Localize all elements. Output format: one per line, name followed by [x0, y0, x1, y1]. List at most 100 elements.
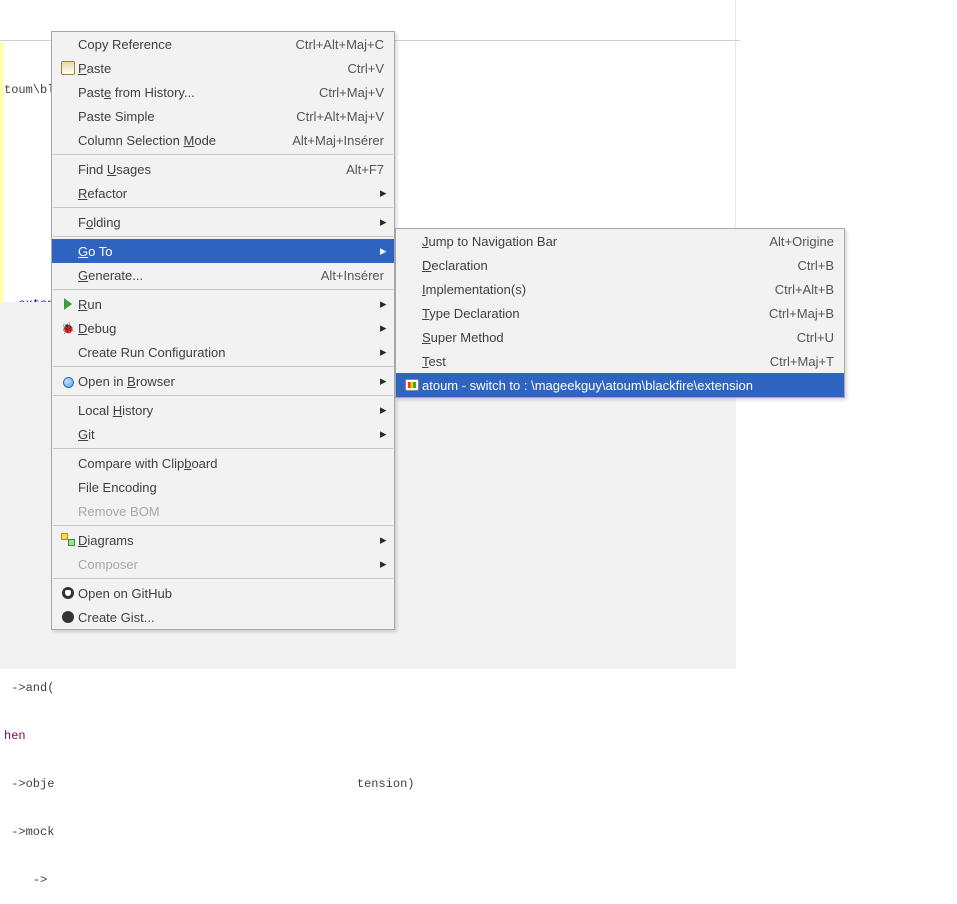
menu-shortcut: Alt+Origine: [739, 234, 834, 249]
menu-open-github[interactable]: Open on GitHub: [52, 581, 394, 605]
menu-refactor[interactable]: Refactor ▸: [52, 181, 394, 205]
menu-label: Remove BOM: [78, 504, 160, 519]
menu-shortcut: Ctrl+Alt+B: [745, 282, 834, 297]
menu-label: Diagrams: [78, 533, 134, 548]
menu-shortcut: Alt+Insérer: [291, 268, 384, 283]
submenu-arrow-icon: ▸: [372, 185, 384, 201]
submenu-arrow-icon: ▸: [372, 344, 384, 360]
menu-label: Paste Simple: [78, 109, 155, 124]
github-icon: [58, 611, 78, 623]
code-line: hen: [0, 728, 957, 744]
submenu-arrow-icon: ▸: [372, 532, 384, 548]
menu-label: Compare with Clipboard: [78, 456, 217, 471]
menu-label: Test: [422, 354, 446, 369]
menu-label: Git: [78, 427, 95, 442]
menu-label: Create Run Configuration: [78, 345, 225, 360]
menu-shortcut: Alt+Maj+Insérer: [262, 133, 384, 148]
menu-label: Declaration: [422, 258, 488, 273]
code-line: ->: [0, 872, 957, 888]
menu-compare-clipboard[interactable]: Compare with Clipboard: [52, 451, 394, 475]
menu-label: Implementation(s): [422, 282, 526, 297]
submenu-test[interactable]: Test Ctrl+Maj+T: [396, 349, 844, 373]
submenu-arrow-icon: ▸: [372, 402, 384, 418]
run-icon: [58, 297, 78, 311]
menu-separator: [53, 154, 393, 155]
code-line: ->mock: [0, 824, 957, 840]
menu-separator: [53, 236, 393, 237]
menu-label: Jump to Navigation Bar: [422, 234, 557, 249]
menu-label: Create Gist...: [78, 610, 155, 625]
menu-create-gist[interactable]: Create Gist...: [52, 605, 394, 629]
submenu-super-method[interactable]: Super Method Ctrl+U: [396, 325, 844, 349]
code-line: ->obje tension): [0, 776, 957, 792]
submenu-atoum-switch[interactable]: atoum - switch to : \mageekguy\atoum\bla…: [396, 373, 844, 397]
menu-shortcut: Ctrl+Alt+Maj+C: [266, 37, 385, 52]
menu-find-usages[interactable]: Find Usages Alt+F7: [52, 157, 394, 181]
menu-create-run-config[interactable]: Create Run Configuration ▸: [52, 340, 394, 364]
submenu-declaration[interactable]: Declaration Ctrl+B: [396, 253, 844, 277]
menu-label: Paste: [78, 61, 111, 76]
submenu-arrow-icon: ▸: [372, 214, 384, 230]
submenu-arrow-icon: ▸: [372, 296, 384, 312]
menu-paste[interactable]: Paste Ctrl+V: [52, 56, 394, 80]
menu-column-selection[interactable]: Column Selection Mode Alt+Maj+Insérer: [52, 128, 394, 152]
menu-paste-history[interactable]: Paste from History... Ctrl+Maj+V: [52, 80, 394, 104]
github-icon: [58, 587, 78, 599]
menu-file-encoding[interactable]: File Encoding: [52, 475, 394, 499]
menu-separator: [53, 207, 393, 208]
menu-shortcut: Ctrl+Alt+Maj+V: [266, 109, 384, 124]
submenu-type-declaration[interactable]: Type Declaration Ctrl+Maj+B: [396, 301, 844, 325]
menu-local-history[interactable]: Local History ▸: [52, 398, 394, 422]
submenu-arrow-icon: ▸: [372, 243, 384, 259]
submenu-arrow-icon: ▸: [372, 320, 384, 336]
menu-goto[interactable]: Go To ▸: [52, 239, 394, 263]
submenu-arrow-icon: ▸: [372, 556, 384, 572]
menu-label: Generate...: [78, 268, 143, 283]
menu-separator: [53, 289, 393, 290]
debug-icon: [58, 321, 78, 335]
menu-folding[interactable]: Folding ▸: [52, 210, 394, 234]
menu-label: Local History: [78, 403, 153, 418]
diagrams-icon: [58, 533, 78, 547]
menu-debug[interactable]: Debug ▸: [52, 316, 394, 340]
menu-shortcut: Ctrl+Maj+T: [740, 354, 834, 369]
submenu-implementations[interactable]: Implementation(s) Ctrl+Alt+B: [396, 277, 844, 301]
menu-paste-simple[interactable]: Paste Simple Ctrl+Alt+Maj+V: [52, 104, 394, 128]
menu-git[interactable]: Git ▸: [52, 422, 394, 446]
menu-diagrams[interactable]: Diagrams ▸: [52, 528, 394, 552]
menu-label: Debug: [78, 321, 116, 336]
submenu-arrow-icon: ▸: [372, 373, 384, 389]
menu-shortcut: Ctrl+V: [318, 61, 384, 76]
gutter-highlight: [0, 42, 4, 302]
menu-shortcut: Ctrl+Maj+B: [739, 306, 834, 321]
menu-separator: [53, 525, 393, 526]
menu-label: File Encoding: [78, 480, 157, 495]
submenu-arrow-icon: ▸: [372, 426, 384, 442]
menu-label: Go To: [78, 244, 112, 259]
menu-label: Find Usages: [78, 162, 151, 177]
menu-shortcut: Ctrl+U: [767, 330, 834, 345]
menu-label: Open on GitHub: [78, 586, 172, 601]
paste-icon: [58, 61, 78, 75]
menu-label: Open in Browser: [78, 374, 175, 389]
menu-shortcut: Alt+F7: [316, 162, 384, 177]
menu-run[interactable]: Run ▸: [52, 292, 394, 316]
menu-open-browser[interactable]: Open in Browser ▸: [52, 369, 394, 393]
menu-label: atoum - switch to : \mageekguy\atoum\bla…: [422, 378, 753, 393]
atoum-icon: [402, 379, 422, 391]
menu-label: Copy Reference: [78, 37, 172, 52]
menu-separator: [53, 395, 393, 396]
menu-separator: [53, 366, 393, 367]
menu-label: Run: [78, 297, 102, 312]
menu-separator: [53, 448, 393, 449]
menu-label: Super Method: [422, 330, 504, 345]
menu-separator: [53, 578, 393, 579]
submenu-jump-navbar[interactable]: Jump to Navigation Bar Alt+Origine: [396, 229, 844, 253]
menu-shortcut: Ctrl+B: [768, 258, 834, 273]
menu-remove-bom: Remove BOM: [52, 499, 394, 523]
menu-label: Refactor: [78, 186, 127, 201]
menu-label: Folding: [78, 215, 121, 230]
menu-copy-reference[interactable]: Copy Reference Ctrl+Alt+Maj+C: [52, 32, 394, 56]
menu-shortcut: Ctrl+Maj+V: [289, 85, 384, 100]
menu-generate[interactable]: Generate... Alt+Insérer: [52, 263, 394, 287]
